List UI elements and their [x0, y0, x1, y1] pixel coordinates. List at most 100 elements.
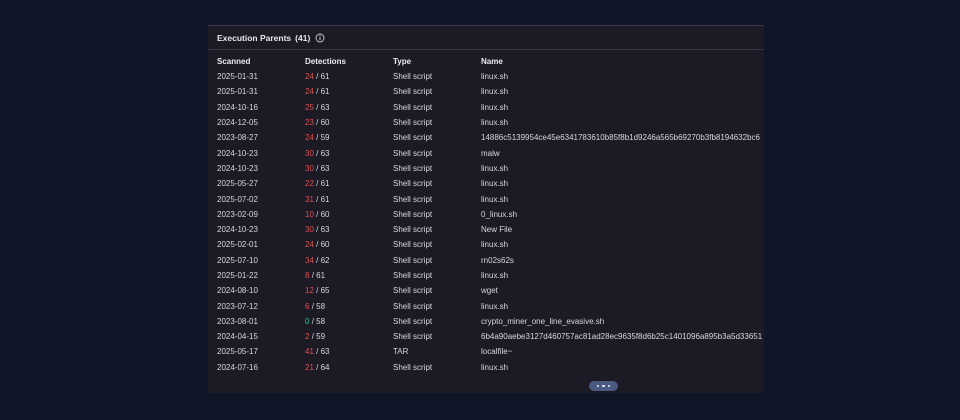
table-row[interactable]: 2025-05-27 22 / 61 Shell script linux.sh — [217, 176, 762, 191]
detections-cell: 24 / 60 — [305, 237, 393, 252]
file-name-link[interactable]: linux.sh — [481, 161, 762, 176]
file-type: Shell script — [393, 209, 433, 219]
detection-count: 2 — [305, 332, 310, 342]
file-name-link[interactable]: linux.sh — [481, 84, 762, 99]
file-type: Shell script — [393, 255, 433, 265]
detection-total: / 61 — [316, 179, 330, 189]
file-name-link[interactable]: crypto_miner_one_line_evasive.sh — [481, 314, 762, 329]
panel-count: (41) — [295, 32, 311, 43]
file-type: Shell script — [393, 163, 433, 173]
scanned-date: 2024-10-23 — [217, 163, 258, 173]
scanned-date: 2023-08-01 — [217, 316, 258, 326]
table-row[interactable]: 2025-05-17 41 / 63 TAR localfile~ — [217, 344, 762, 359]
detections-cell: 23 / 60 — [305, 115, 393, 130]
file-name-link[interactable]: 14886c5139954ce45e6341783610b85f8b1d9246… — [481, 130, 762, 145]
column-header-type[interactable]: Type — [393, 54, 481, 69]
detection-total: / 65 — [316, 286, 330, 296]
detection-count: 30 — [305, 225, 314, 235]
file-type: Shell script — [393, 286, 433, 296]
scanned-date: 2025-01-31 — [217, 72, 258, 82]
scanned-date: 2024-12-05 — [217, 118, 258, 128]
table-row[interactable]: 2023-07-12 6 / 58 Shell script linux.sh — [217, 298, 762, 313]
detections-cell: 2 / 59 — [305, 329, 393, 344]
detection-count: 24 — [305, 133, 314, 143]
detections-cell: 24 / 61 — [305, 84, 393, 99]
detection-total: / 63 — [316, 225, 330, 235]
file-name-link[interactable]: linux.sh — [481, 69, 762, 84]
detections-cell: 30 / 63 — [305, 222, 393, 237]
table-row[interactable]: 2023-08-27 24 / 59 Shell script 14886c51399… — [217, 130, 762, 145]
file-type: Shell script — [393, 87, 433, 97]
detection-count: 8 — [305, 271, 310, 280]
ellipsis-icon — [607, 384, 611, 388]
scanned-date: 2025-05-17 — [217, 347, 258, 357]
file-name-link[interactable]: linux.sh — [481, 298, 762, 313]
detections-cell: 0 / 58 — [305, 314, 393, 329]
detection-total: / 63 — [316, 347, 330, 357]
scanned-date: 2025-07-02 — [217, 194, 258, 204]
file-name-link[interactable]: New File — [481, 222, 762, 237]
file-name-link[interactable]: wget — [481, 283, 762, 298]
detection-total: / 59 — [311, 332, 326, 342]
column-header-scanned[interactable]: Scanned — [217, 54, 305, 69]
table-row[interactable]: 2024-04-15 2 / 59 Shell script 6b4a90aebe31… — [217, 329, 762, 344]
file-name-link[interactable]: linux.sh — [481, 237, 762, 252]
detection-count: 34 — [305, 255, 314, 265]
table-row[interactable]: 2025-02-01 24 / 60 Shell script linux.sh — [217, 237, 762, 252]
detection-total: / 59 — [316, 133, 330, 143]
scanned-date: 2025-01-31 — [217, 87, 258, 97]
file-name-link[interactable]: 6b4a90aebe3127d460757ac81ad28ec9635f8d6b… — [481, 329, 762, 344]
table-row[interactable]: 2023-02-09 10 / 60 Shell script 0_linux.sh — [217, 207, 762, 222]
detections-cell: 10 / 60 — [305, 207, 393, 222]
table-row[interactable]: 2023-08-01 0 / 58 Shell script crypto_miner… — [217, 314, 762, 329]
file-name-link[interactable]: linux.sh — [481, 100, 762, 115]
detection-count: 10 — [305, 209, 314, 219]
table-row[interactable]: 2024-10-23 30 / 63 Shell script linux.sh — [217, 161, 762, 176]
detections-cell: 24 / 59 — [305, 130, 393, 145]
table-row[interactable]: 2025-01-22 8 / 61 Shell script linux.sh — [217, 268, 762, 283]
detection-count: 0 — [305, 316, 310, 326]
file-name-link[interactable]: 0_linux.sh — [481, 207, 762, 222]
table-row[interactable]: 2024-10-23 30 / 63 Shell script New File — [217, 222, 762, 237]
scanned-date: 2024-04-15 — [217, 332, 258, 342]
scanned-date: 2025-05-27 — [217, 179, 258, 189]
detections-cell: 12 / 65 — [305, 283, 393, 298]
scanned-date: 2024-08-10 — [217, 286, 258, 296]
file-name-link[interactable]: linux.sh — [481, 115, 762, 130]
detection-count: 30 — [305, 163, 314, 173]
detections-cell: 30 / 63 — [305, 145, 393, 160]
file-type: Shell script — [393, 271, 433, 280]
detection-total: / 60 — [316, 240, 330, 250]
table-row[interactable]: 2024-07-16 21 / 64 Shell script linux.sh — [217, 360, 762, 375]
file-name-link[interactable]: linux.sh — [481, 176, 762, 191]
table-row[interactable]: 2025-07-02 31 / 61 Shell script linux.sh — [217, 191, 762, 206]
info-icon[interactable] — [315, 33, 325, 43]
ellipsis-icon — [596, 384, 600, 388]
file-name-link[interactable]: linux.sh — [481, 360, 762, 375]
table-row[interactable]: 2025-01-31 24 / 61 Shell script linux.sh — [217, 69, 762, 84]
detections-cell: 24 / 61 — [305, 69, 393, 84]
column-header-name[interactable]: Name — [481, 54, 762, 69]
table-row[interactable]: 2024-08-10 12 / 65 Shell script wget — [217, 283, 762, 298]
detections-cell: 30 / 63 — [305, 161, 393, 176]
file-name-link[interactable]: linux.sh — [481, 268, 762, 283]
detection-count: 24 — [305, 87, 314, 97]
table-row[interactable]: 2025-01-31 24 / 61 Shell script linux.sh — [217, 84, 762, 99]
show-more-button[interactable] — [589, 381, 618, 391]
column-header-detections[interactable]: Detections — [305, 54, 393, 69]
detection-total: / 61 — [316, 87, 330, 97]
table-row[interactable]: 2024-12-05 23 / 60 Shell script linux.sh — [217, 115, 762, 130]
detections-cell: 34 / 62 — [305, 253, 393, 268]
table-row[interactable]: 2024-10-23 30 / 63 Shell script malw — [217, 145, 762, 160]
table-row[interactable]: 2025-07-10 34 / 62 Shell script rn02s62s — [217, 253, 762, 268]
file-name-link[interactable]: rn02s62s — [481, 253, 762, 268]
file-name-link[interactable]: malw — [481, 145, 762, 160]
table-row[interactable]: 2024-10-16 25 / 63 Shell script linux.sh — [217, 100, 762, 115]
file-type: Shell script — [393, 102, 433, 112]
detection-count: 21 — [305, 362, 314, 372]
detection-count: 23 — [305, 118, 314, 128]
file-type: TAR — [393, 347, 409, 357]
detections-cell: 21 / 64 — [305, 360, 393, 375]
file-name-link[interactable]: localfile~ — [481, 344, 762, 359]
file-name-link[interactable]: linux.sh — [481, 191, 762, 206]
